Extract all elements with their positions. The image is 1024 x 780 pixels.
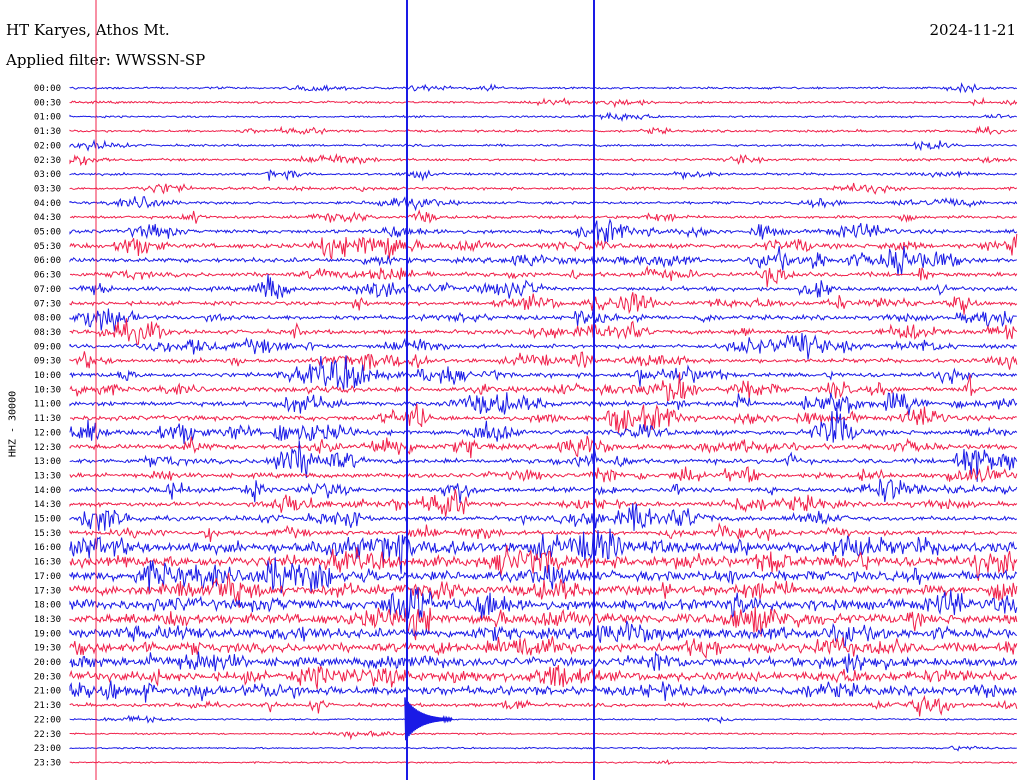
row-time-label: 02:00: [34, 141, 61, 151]
row-time-label: 07:00: [34, 285, 61, 295]
trace-row: [69, 403, 1017, 433]
row-time-label: 08:30: [34, 328, 61, 338]
trace-row: [69, 138, 1017, 152]
row-time-label: 04:30: [34, 213, 61, 223]
row-time-label: 03:30: [34, 184, 61, 194]
row-time-label: 23:30: [34, 758, 61, 768]
row-time-label: 13:00: [34, 457, 61, 467]
trace-row: [69, 152, 1018, 167]
trace-row: [69, 318, 1018, 346]
trace-row: [69, 650, 1018, 673]
row-time-label: 01:30: [34, 127, 61, 137]
trace-row: [69, 528, 1018, 574]
row-time-label: 11:30: [34, 414, 61, 424]
row-time-label: 09:00: [34, 342, 61, 352]
trace-row: [69, 111, 1018, 122]
trace-row: [69, 196, 1018, 212]
row-time-label: 14:30: [34, 500, 61, 510]
helicorder-plot: 00:00 00:30 01:00 01:30 02:00 02:30 03:00 03:30…: [34, 0, 1018, 780]
trace-row: [69, 332, 1017, 360]
trace-row: [69, 759, 1017, 766]
row-time-label: 22:00: [34, 715, 61, 725]
row-time-label: 09:30: [34, 357, 61, 367]
row-time-label: 00:30: [34, 98, 61, 108]
trace-row: [69, 265, 1018, 288]
trace-row: [69, 292, 1018, 315]
trace-row: [69, 218, 1018, 244]
trace-row: [69, 664, 1018, 690]
row-time-label: 13:30: [34, 471, 61, 481]
trace-row: [69, 408, 1018, 444]
row-time-label: 17:00: [34, 572, 61, 582]
row-time-label: 06:30: [34, 271, 61, 281]
trace-row: [69, 246, 1017, 276]
trace-row: [69, 96, 1018, 109]
row-time-label: 23:00: [34, 744, 61, 754]
row-time-label: 16:00: [34, 543, 61, 553]
row-time-label: 15:00: [34, 515, 61, 525]
row-time-label: 07:30: [34, 299, 61, 309]
row-time-label: 12:30: [34, 443, 61, 453]
trace-row: [69, 209, 1017, 224]
row-time-label: 00:00: [34, 84, 61, 94]
trace-row: [69, 125, 1017, 136]
row-time-label: 20:00: [34, 658, 61, 668]
row-time-label: 17:30: [34, 586, 61, 596]
trace-row: [69, 274, 1018, 299]
row-time-label: 21:00: [34, 687, 61, 697]
row-time-label: 10:30: [34, 385, 61, 395]
trace-row: [69, 694, 1018, 717]
row-time-label: 19:30: [34, 644, 61, 654]
trace-row: [69, 169, 1017, 182]
row-time-label: 06:00: [34, 256, 61, 266]
row-time-label: 02:30: [34, 156, 61, 166]
trace-row: [69, 233, 1018, 260]
row-time-label: 14:00: [34, 486, 61, 496]
trace-row: [69, 730, 1017, 741]
trace-row: [69, 182, 1018, 195]
trace-row: [69, 502, 1018, 531]
trace-row: [69, 636, 1018, 660]
row-time-label: 04:00: [34, 199, 61, 209]
row-time-label: 18:30: [34, 615, 61, 625]
row-time-label: 12:00: [34, 428, 61, 438]
row-time-label: 11:00: [34, 400, 61, 410]
trace-row: [69, 308, 1017, 332]
row-time-label: 15:30: [34, 529, 61, 539]
trace-row: [69, 465, 1018, 483]
trace-row: [69, 680, 1018, 703]
trace-row: [69, 435, 1018, 459]
row-time-label: 05:00: [34, 228, 61, 238]
trace-row: [69, 82, 1018, 94]
row-time-label: 10:00: [34, 371, 61, 381]
row-time-label: 08:00: [34, 314, 61, 324]
row-time-label: 19:00: [34, 629, 61, 639]
row-time-label: 03:00: [34, 170, 61, 180]
row-time-label: 05:30: [34, 242, 61, 252]
trace-row: [69, 745, 1017, 752]
row-time-label: 01:00: [34, 113, 61, 123]
trace-row: [69, 714, 1017, 725]
row-time-label: 16:30: [34, 558, 61, 568]
trace-row: [69, 351, 1018, 371]
trace-row: [69, 478, 1018, 504]
trace-row: [69, 489, 1018, 517]
row-time-label: 18:00: [34, 601, 61, 611]
row-time-label: 22:30: [34, 730, 61, 740]
trace-row: [69, 392, 1018, 416]
row-time-label: 20:30: [34, 672, 61, 682]
row-time-label: 21:30: [34, 701, 61, 711]
